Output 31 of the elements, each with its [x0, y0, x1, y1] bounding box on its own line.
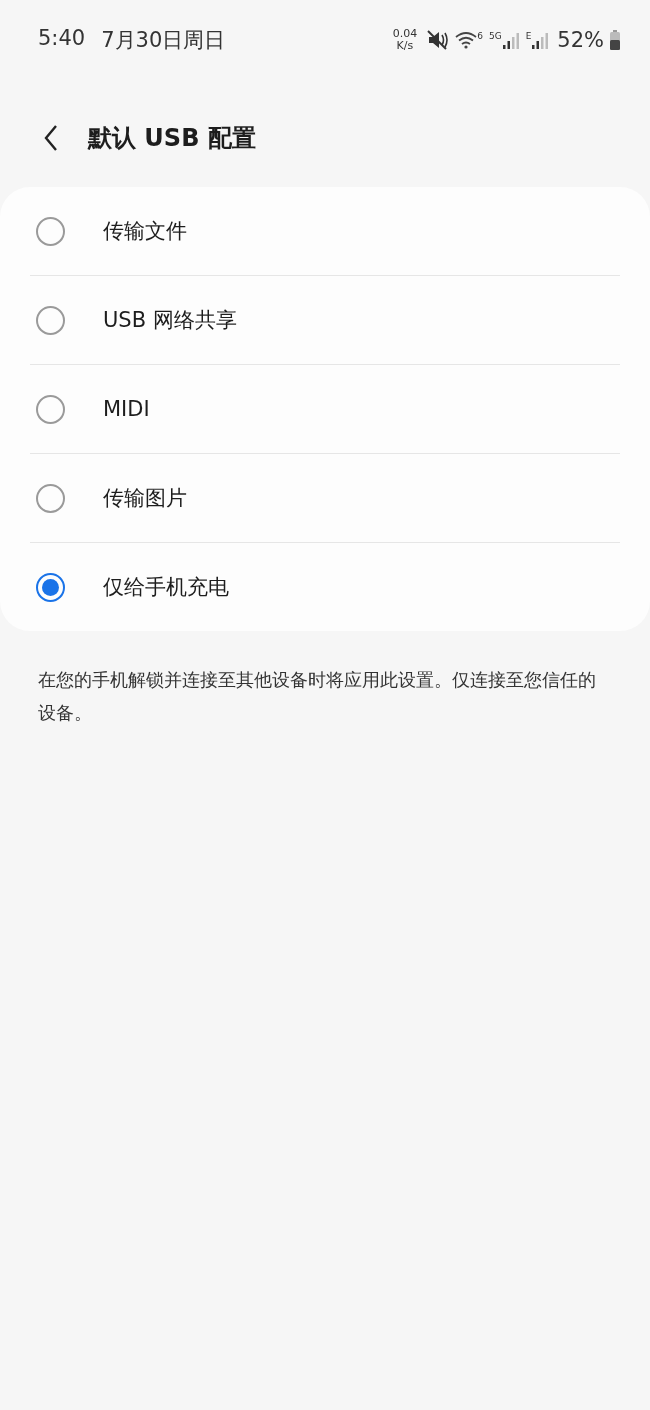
- option-label: 传输图片: [103, 485, 187, 512]
- signal-icon: [531, 31, 550, 49]
- option-row[interactable]: 传输文件: [30, 187, 620, 276]
- option-label: 传输文件: [103, 218, 187, 245]
- status-date: 7月30日周日: [101, 27, 226, 54]
- radio-button[interactable]: [36, 216, 65, 246]
- network-speed-unit: K/s: [396, 40, 414, 52]
- battery-percent: 52%: [557, 28, 604, 52]
- option-row[interactable]: 仅给手机充电: [30, 543, 620, 631]
- radio-button[interactable]: [36, 572, 65, 602]
- option-label: USB 网络共享: [103, 307, 237, 334]
- back-icon: [44, 124, 58, 151]
- option-row[interactable]: USB 网络共享: [30, 276, 620, 365]
- radio-button[interactable]: [36, 305, 65, 335]
- mute-icon: [427, 30, 450, 50]
- network-type-label: 5G: [488, 31, 502, 41]
- network-speed-value: 0.04: [392, 28, 418, 40]
- network-type-label: E: [525, 31, 532, 41]
- radio-button[interactable]: [36, 394, 65, 424]
- option-row[interactable]: 传输图片: [30, 454, 620, 543]
- radio-button[interactable]: [36, 483, 65, 513]
- option-label: 仅给手机充电: [103, 574, 229, 601]
- signal-icon: [501, 31, 520, 49]
- page-title: 默认 USB 配置: [88, 122, 256, 154]
- wifi-icon: [455, 31, 478, 49]
- description-text: 在您的手机解锁并连接至其他设备时将应用此设置。仅连接至您信任的设备。: [38, 668, 597, 725]
- wifi-band-label: 6: [477, 31, 483, 41]
- status-time: 5:40: [38, 26, 86, 52]
- option-label: MIDI: [103, 397, 150, 421]
- option-row[interactable]: MIDI: [30, 365, 620, 454]
- battery-icon: [610, 30, 620, 50]
